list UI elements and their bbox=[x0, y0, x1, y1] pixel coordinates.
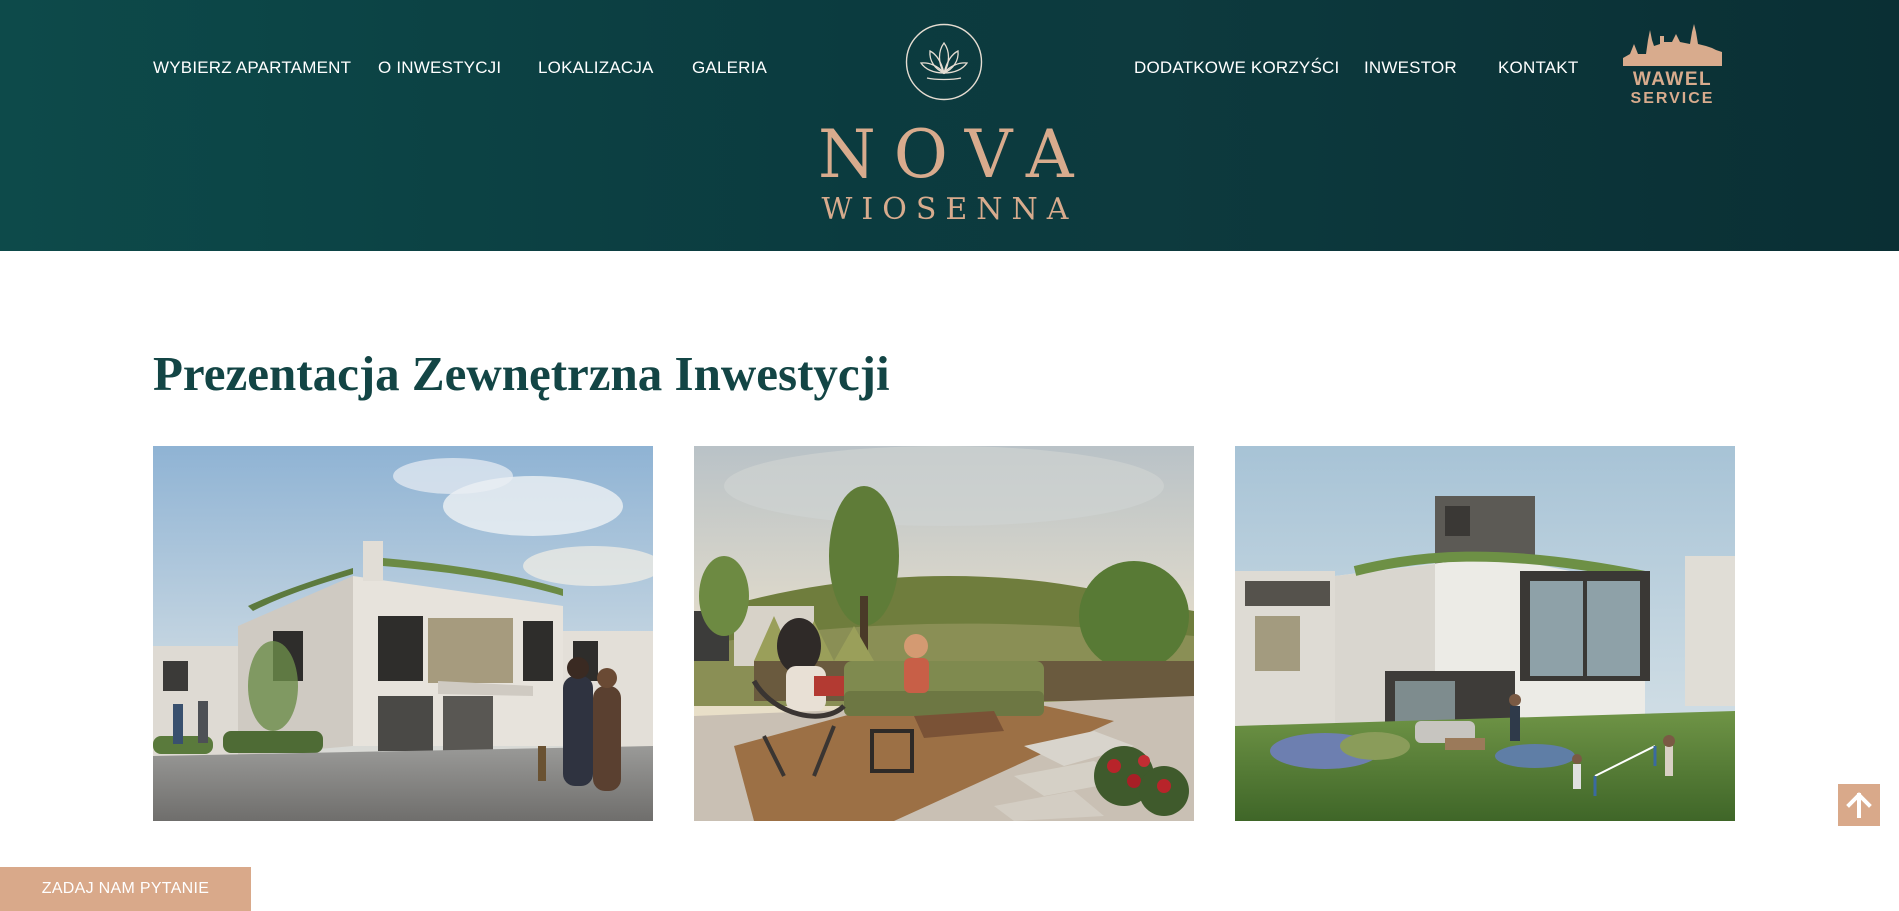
logo-subtitle: WIOSENNA bbox=[821, 192, 1078, 227]
site-header: WYBIERZ APARTAMENT O INWESTYCJI LOKALIZA… bbox=[0, 0, 1899, 251]
nav-link-inwestor[interactable]: INWESTOR bbox=[1364, 58, 1457, 78]
flower-circle-icon bbox=[905, 23, 983, 101]
partner-logo[interactable]: WAWEL SERVICE bbox=[1620, 22, 1725, 112]
terrace-lounge-render-image bbox=[694, 446, 1194, 821]
house-street-render-image bbox=[153, 446, 653, 821]
site-logo[interactable]: NOVA WIOSENNA bbox=[800, 20, 1090, 230]
nav-link-wybierz-apartament[interactable]: WYBIERZ APARTAMENT bbox=[153, 58, 351, 78]
nav-link-kontakt[interactable]: KONTAKT bbox=[1498, 58, 1578, 78]
ask-question-button[interactable]: ZADAJ NAM PYTANIE bbox=[0, 867, 251, 911]
nav-link-dodatkowe-korzysci[interactable]: DODATKOWE KORZYŚCI bbox=[1134, 58, 1339, 78]
garden-house-render-image bbox=[1235, 446, 1735, 821]
gallery-image-3[interactable] bbox=[1235, 446, 1735, 821]
page-title: Prezentacja Zewnętrzna Inwestycji bbox=[153, 346, 890, 401]
gallery-image-1[interactable] bbox=[153, 446, 653, 821]
nav-link-o-inwestycji[interactable]: O INWESTYCJI bbox=[378, 58, 501, 78]
nav-link-lokalizacja[interactable]: LOKALIZACJA bbox=[538, 58, 654, 78]
partner-name: WAWEL bbox=[1632, 69, 1713, 90]
partner-subname: SERVICE bbox=[1630, 90, 1715, 107]
gallery-image-2[interactable] bbox=[694, 446, 1194, 821]
logo-title: NOVA bbox=[818, 116, 1092, 193]
scroll-to-top-button[interactable] bbox=[1838, 784, 1880, 826]
arrow-up-icon bbox=[1846, 792, 1872, 818]
castle-icon bbox=[1623, 24, 1722, 66]
nav-link-galeria[interactable]: GALERIA bbox=[692, 58, 767, 78]
